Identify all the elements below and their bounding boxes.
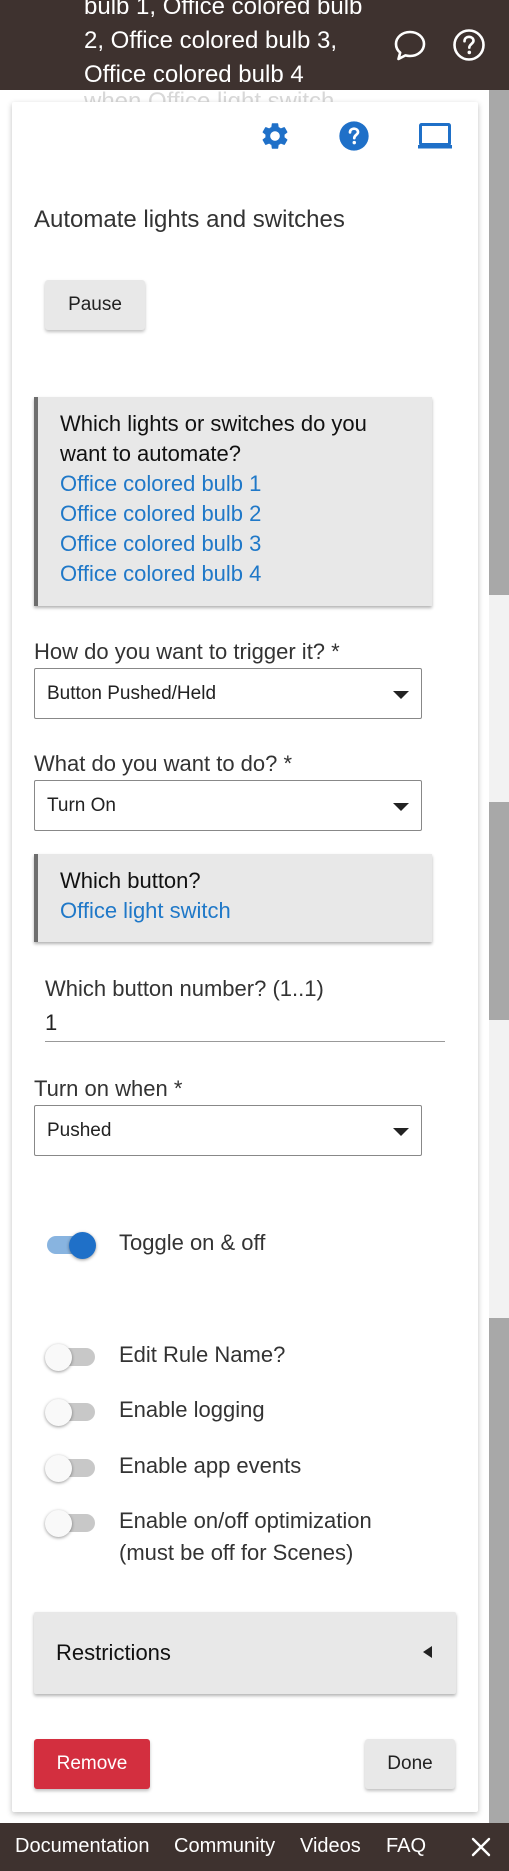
enable-optimization-label: Enable on/off optimization (must be off … [119, 1508, 372, 1565]
button-device-selector[interactable]: Which button? Office light switch [34, 854, 432, 942]
pause-button[interactable]: Pause [45, 280, 145, 330]
turn-on-when-value: Pushed [47, 1119, 112, 1141]
trigger-value: Button Pushed/Held [47, 682, 217, 704]
devices-selector[interactable]: Which lights or switches do you want to … [34, 397, 432, 606]
action-select[interactable]: Turn On [34, 780, 422, 831]
scrollbar-thumb-segment[interactable] [489, 90, 509, 595]
header-title: bulb 1, Office colored bulb 2, Office co… [84, 0, 363, 88]
button-question: Which button? [60, 868, 201, 893]
footer-link-community[interactable]: Community [174, 1835, 275, 1858]
footer-link-videos[interactable]: Videos [300, 1835, 361, 1858]
footer-link-documentation[interactable]: Documentation [15, 1835, 150, 1858]
device-link[interactable]: Office colored bulb 3 [60, 529, 410, 559]
switch-knob [45, 1455, 72, 1482]
switch-knob [45, 1399, 72, 1426]
footer-bar: Documentation Community Videos FAQ [0, 1823, 509, 1871]
restrictions-label: Restrictions [56, 1640, 171, 1665]
button-number-input[interactable]: 1 [45, 1008, 445, 1042]
device-link[interactable]: Office colored bulb 2 [60, 499, 410, 529]
toggle-on-off-switch[interactable] [45, 1226, 97, 1262]
chevron-down-icon [393, 803, 409, 811]
enable-logging-label: Enable logging [119, 1397, 265, 1422]
help-icon[interactable] [338, 120, 370, 152]
caret-left-icon [423, 1646, 432, 1658]
enable-app-events-label: Enable app events [119, 1453, 302, 1478]
footer-link-faq[interactable]: FAQ [386, 1835, 426, 1858]
close-icon[interactable] [470, 1836, 492, 1858]
button-device-link[interactable]: Office light switch [60, 896, 410, 926]
restrictions-section[interactable]: Restrictions [34, 1612, 456, 1694]
trigger-label: How do you want to trigger it? * [34, 639, 340, 664]
action-value: Turn On [47, 794, 116, 816]
device-link[interactable]: Office colored bulb 1 [60, 469, 410, 499]
switch-knob [45, 1344, 72, 1371]
chevron-down-icon [393, 1128, 409, 1136]
gear-icon[interactable] [259, 120, 291, 152]
switch-knob [45, 1510, 72, 1537]
chat-bubble-icon[interactable] [393, 28, 427, 62]
toggle-on-off-label: Toggle on & off [119, 1230, 266, 1255]
action-label: What do you want to do? * [34, 751, 293, 776]
remove-button[interactable]: Remove [34, 1739, 150, 1789]
turn-on-when-label: Turn on when * [34, 1076, 183, 1101]
device-link[interactable]: Office colored bulb 4 [60, 559, 410, 589]
button-number-label: Which button number? (1..1) [45, 976, 324, 1001]
done-button[interactable]: Done [365, 1739, 455, 1789]
devices-question: Which lights or switches do you want to … [60, 411, 367, 466]
enable-optimization-switch[interactable] [45, 1504, 97, 1540]
chevron-down-icon [393, 691, 409, 699]
enable-logging-switch[interactable] [45, 1393, 97, 1429]
help-circle-icon[interactable] [451, 27, 487, 63]
scrollbar-thumb-segment[interactable] [489, 802, 509, 1020]
trigger-select[interactable]: Button Pushed/Held [34, 668, 422, 719]
laptop-icon[interactable] [418, 122, 452, 150]
turn-on-when-select[interactable]: Pushed [34, 1105, 422, 1156]
switch-knob [69, 1232, 96, 1259]
page-title: Automate lights and switches [34, 206, 345, 233]
edit-rule-name-label: Edit Rule Name? [119, 1342, 286, 1367]
edit-rule-name-switch[interactable] [45, 1338, 97, 1374]
app-header: bulb 1, Office colored bulb 2, Office co… [0, 0, 509, 90]
scrollbar-thumb-segment[interactable] [489, 1318, 509, 1823]
enable-app-events-switch[interactable] [45, 1449, 97, 1485]
